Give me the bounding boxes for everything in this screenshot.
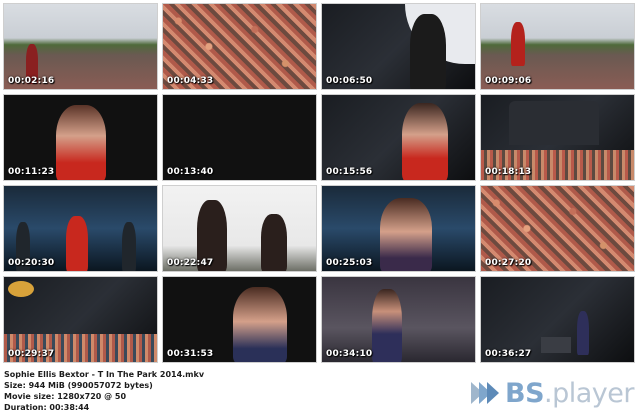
logo-wordmark: BS.player xyxy=(505,378,634,409)
thumbnail: 00:06:50 xyxy=(321,3,476,90)
performer-figure xyxy=(66,216,88,271)
performer-figure xyxy=(380,198,432,271)
timecode: 00:31:53 xyxy=(167,349,214,359)
timecode: 00:29:37 xyxy=(8,349,55,359)
timecode: 00:15:56 xyxy=(326,167,373,177)
thumbnail: 00:36:27 xyxy=(480,276,635,363)
thumbnail: 00:13:40 xyxy=(162,94,317,181)
movie-size: Movie size: 1280x720 @ 50 xyxy=(4,392,127,401)
thumbnail: 00:25:03 xyxy=(321,185,476,272)
thumbnail: 00:04:33 xyxy=(162,3,317,90)
thumbnail: 00:09:06 xyxy=(480,3,635,90)
stage-light xyxy=(8,281,34,297)
timecode: 00:22:47 xyxy=(167,258,214,268)
timecode: 00:27:20 xyxy=(485,258,532,268)
band-member xyxy=(122,222,136,271)
thumbnail: 00:27:20 xyxy=(480,185,635,272)
duration: Duration: 00:38:44 xyxy=(4,403,90,412)
thumbnail: 00:22:47 xyxy=(162,185,317,272)
timecode: 00:20:30 xyxy=(8,258,55,268)
thumbnail: 00:31:53 xyxy=(162,276,317,363)
bsplayer-logo: BS.player xyxy=(469,376,634,410)
thumbnail-grid: 00:02:16 00:04:33 00:06:50 00:09:06 00:1… xyxy=(3,3,637,367)
timecode: 00:36:27 xyxy=(485,349,532,359)
filename: Sophie Ellis Bextor - T In The Park 2014… xyxy=(4,370,205,379)
thumbnail: 00:34:10 xyxy=(321,276,476,363)
timecode: 00:13:40 xyxy=(167,167,214,177)
performer-figure xyxy=(233,287,287,362)
timecode: 00:25:03 xyxy=(326,258,373,268)
performer-figure xyxy=(261,214,287,271)
timecode: 00:09:06 xyxy=(485,76,532,86)
timecode: 00:06:50 xyxy=(326,76,373,86)
logo-prefix: BS xyxy=(505,377,545,409)
performer-figure xyxy=(511,22,525,66)
timecode: 00:18:13 xyxy=(485,167,532,177)
logo-suffix: .player xyxy=(544,377,634,409)
play-arrows-icon xyxy=(469,378,503,408)
performer-figure xyxy=(577,311,589,355)
performer-figure xyxy=(372,289,402,362)
performer-figure xyxy=(402,103,448,180)
drum-kit xyxy=(541,337,571,353)
thumbnail: 00:20:30 xyxy=(3,185,158,272)
timecode: 00:34:10 xyxy=(326,349,373,359)
thumbnail: 00:29:37 xyxy=(3,276,158,363)
performer-figure xyxy=(56,105,106,180)
file-size: Size: 944 MiB (990057072 bytes) xyxy=(4,381,153,390)
thumbnail: 00:02:16 xyxy=(3,3,158,90)
thumbnail: 00:11:23 xyxy=(3,94,158,181)
file-info: Sophie Ellis Bextor - T In The Park 2014… xyxy=(4,369,444,413)
timecode: 00:04:33 xyxy=(167,76,214,86)
thumbnail: 00:15:56 xyxy=(321,94,476,181)
performer-figure xyxy=(410,14,446,89)
thumbnail: 00:18:13 xyxy=(480,94,635,181)
timecode: 00:02:16 xyxy=(8,76,55,86)
stage-roof xyxy=(509,101,599,145)
timecode: 00:11:23 xyxy=(8,167,55,177)
